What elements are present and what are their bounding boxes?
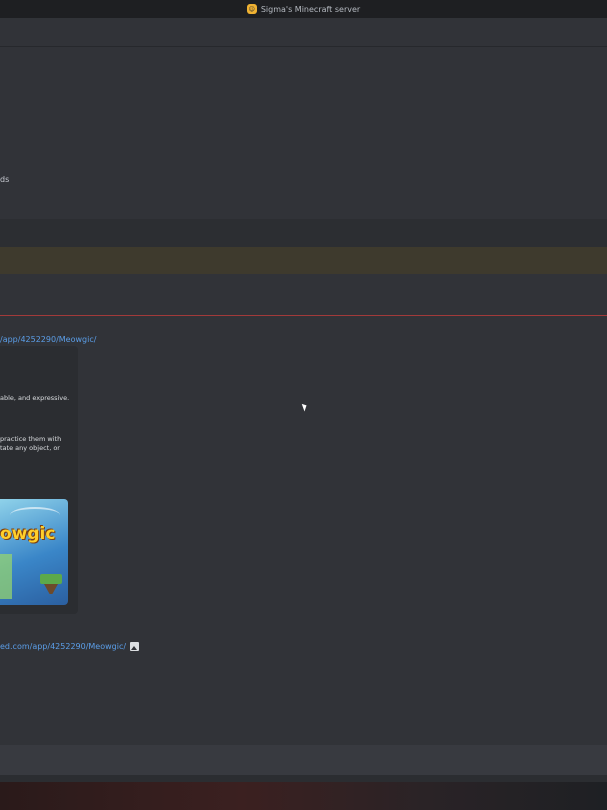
composer-separator (0, 775, 607, 782)
mouse-cursor-icon (301, 402, 309, 412)
steam-store-link-2[interactable]: ed.com/app/4252290/Meowgic/ (0, 642, 126, 651)
thumbnail-foliage (0, 554, 12, 599)
steam-store-link[interactable]: /app/4252290/Meowgic/ (0, 335, 96, 344)
highlighted-message (0, 247, 607, 274)
discord-window: ☺ Sigma's Minecraft server ds /app/42522… (0, 0, 607, 810)
message-gap (0, 219, 607, 247)
attachment-link-row: ed.com/app/4252290/Meowgic/ (0, 642, 140, 651)
message-text-fragment: ds (0, 175, 10, 184)
link-embed[interactable]: able, and expressive. practice them with… (0, 346, 78, 614)
floating-island-top (40, 574, 62, 584)
game-logo: owgic (0, 524, 56, 544)
channel-header (0, 18, 607, 47)
thumbnail-swirl (10, 507, 60, 523)
image-icon[interactable] (130, 642, 140, 651)
window-title: Sigma's Minecraft server (260, 4, 361, 14)
taskbar-edge (0, 782, 607, 810)
server-icon: ☺ (246, 4, 257, 14)
embed-description-line: able, and expressive. (0, 394, 70, 402)
embed-description-line: tate any object, or (0, 444, 60, 452)
message-composer[interactable] (0, 745, 607, 775)
title-bar: ☺ Sigma's Minecraft server (0, 0, 607, 18)
floating-island-base (44, 584, 58, 594)
new-messages-divider (0, 315, 607, 316)
embed-description-line: practice them with (0, 435, 62, 443)
embed-thumbnail[interactable]: owgic (0, 499, 68, 605)
